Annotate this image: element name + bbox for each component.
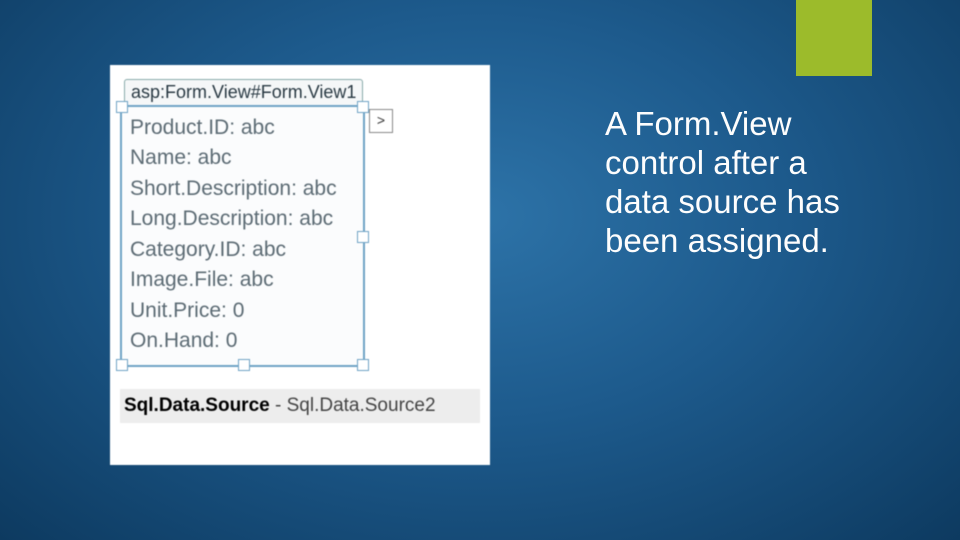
slide: A Form.View control after a data source … [0,0,960,540]
resize-handle[interactable] [116,359,128,371]
field-row: Short.Description: abc [130,174,355,204]
datasource-bar: Sql.Data.Source - Sql.Data.Source2 [120,389,480,423]
field-row: Name: abc [130,143,355,173]
formview-box: > Product.ID: abcName: abcShort.Descript… [120,105,365,367]
datasource-name: Sql.Data.Source [124,395,270,416]
datasource-instance: - Sql.Data.Source2 [270,395,436,416]
field-row: Image.File: abc [130,265,355,295]
resize-handle[interactable] [238,359,250,371]
resize-handle[interactable] [357,359,369,371]
resize-handle[interactable] [116,101,128,113]
accent-bar [796,0,872,76]
field-row: Category.ID: abc [130,235,355,265]
field-row: Long.Description: abc [130,204,355,234]
field-row: On.Hand: 0 [130,326,355,356]
field-row: Unit.Price: 0 [130,296,355,326]
control-tag: asp:Form.View#Form.View1 [124,79,363,106]
chevron-right-icon: > [377,112,385,128]
designer-screenshot: asp:Form.View#Form.View1 > Product.ID: a… [110,65,490,465]
field-row: Product.ID: abc [130,113,355,143]
resize-handle[interactable] [357,231,369,243]
caption-text: A Form.View control after a data source … [605,105,875,261]
resize-handle[interactable] [357,101,369,113]
smart-tag-button[interactable]: > [369,109,393,133]
